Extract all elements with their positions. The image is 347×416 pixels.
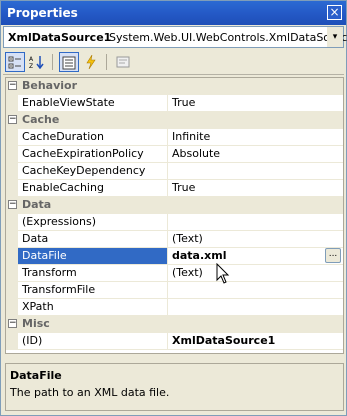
category-row-data[interactable]: − Data	[6, 197, 343, 214]
mouse-cursor-icon	[216, 263, 230, 284]
properties-button[interactable]	[59, 52, 79, 72]
category-row-cache[interactable]: − Cache	[6, 112, 343, 129]
property-name[interactable]: CacheDuration	[18, 129, 168, 145]
property-row[interactable]: CacheExpirationPolicy Absolute	[6, 146, 343, 163]
property-row[interactable]: Data (Text)	[6, 231, 343, 248]
property-value[interactable]: Absolute	[168, 146, 343, 162]
object-selector[interactable]: XmlDataSource1 System.Web.UI.WebControls…	[3, 26, 347, 48]
toolbar: A Z	[3, 50, 344, 75]
property-row[interactable]: XPath	[6, 299, 343, 316]
category-row-behavior[interactable]: − Behavior	[6, 78, 343, 95]
property-name[interactable]: EnableCaching	[18, 180, 168, 196]
property-row[interactable]: EnableCaching True	[6, 180, 343, 197]
property-name[interactable]: EnableViewState	[18, 95, 168, 111]
property-name[interactable]: (Expressions)	[18, 214, 168, 230]
property-row[interactable]: (Expressions)	[6, 214, 343, 231]
property-name[interactable]: CacheExpirationPolicy	[18, 146, 168, 162]
collapse-icon[interactable]: −	[8, 81, 17, 90]
collapse-icon[interactable]: −	[8, 115, 17, 124]
browse-ellipsis-button[interactable]: ...	[325, 248, 341, 263]
property-value[interactable]: (Text)	[168, 265, 343, 281]
help-description: The path to an XML data file.	[10, 386, 170, 399]
row-margin	[6, 248, 18, 264]
row-margin	[6, 231, 18, 247]
property-value[interactable]: Infinite	[168, 129, 343, 145]
row-margin	[6, 180, 18, 196]
property-value[interactable]: XmlDataSource1	[168, 333, 343, 349]
property-value[interactable]	[168, 282, 343, 298]
help-title: DataFile	[10, 369, 62, 382]
property-name[interactable]: DataFile	[18, 248, 168, 264]
property-row[interactable]: EnableViewState True	[6, 95, 343, 112]
close-icon: ×	[329, 5, 340, 19]
property-name[interactable]: Data	[18, 231, 168, 247]
category-row-misc[interactable]: − Misc	[6, 316, 343, 333]
categorized-icon	[8, 56, 21, 69]
property-pages-icon	[116, 56, 130, 68]
property-row[interactable]: DataFile data.xml...	[6, 248, 343, 265]
property-name[interactable]: (ID)	[18, 333, 168, 349]
row-margin	[6, 282, 18, 298]
svg-text:A: A	[29, 56, 34, 63]
property-value-input[interactable]: data.xml	[168, 248, 343, 264]
properties-window: Properties × XmlDataSource1 System.Web.U…	[0, 0, 347, 416]
property-name[interactable]: CacheKeyDependency	[18, 163, 168, 179]
categorized-button[interactable]	[5, 52, 25, 72]
property-pages-button[interactable]	[113, 52, 133, 72]
property-row[interactable]: (ID) XmlDataSource1	[6, 333, 343, 350]
alphabetical-icon: A Z	[29, 56, 44, 70]
close-button[interactable]: ×	[327, 5, 342, 20]
category-label: Behavior	[22, 79, 78, 92]
row-margin	[6, 95, 18, 111]
collapse-icon[interactable]: −	[8, 200, 17, 209]
row-margin	[6, 146, 18, 162]
object-name: XmlDataSource1	[8, 31, 112, 44]
help-pane: DataFile The path to an XML data file.	[5, 363, 344, 411]
row-margin	[6, 163, 18, 179]
property-name[interactable]: TransformFile	[18, 282, 168, 298]
property-value[interactable]: True	[168, 180, 343, 196]
row-margin	[6, 129, 18, 145]
row-margin	[6, 265, 18, 281]
property-grid[interactable]: − Behavior EnableViewState True − Cache CacheD…	[5, 77, 344, 354]
property-value[interactable]	[168, 163, 343, 179]
row-margin	[6, 214, 18, 230]
alphabetical-button[interactable]: A Z	[27, 52, 47, 72]
category-label: Misc	[22, 317, 50, 330]
property-row[interactable]: CacheKeyDependency	[6, 163, 343, 180]
svg-text:Z: Z	[29, 63, 33, 69]
property-value[interactable]: True	[168, 95, 343, 111]
properties-icon	[62, 56, 76, 70]
property-row[interactable]: CacheDuration Infinite	[6, 129, 343, 146]
property-name[interactable]: XPath	[18, 299, 168, 315]
events-button[interactable]	[81, 52, 101, 72]
events-icon	[86, 54, 96, 70]
property-value[interactable]	[168, 214, 343, 230]
category-label: Cache	[22, 113, 60, 126]
row-margin	[6, 333, 18, 349]
chevron-down-icon[interactable]: ▾	[327, 27, 343, 47]
object-type: System.Web.UI.WebControls.XmlDataSource	[109, 31, 347, 44]
property-row[interactable]: Transform (Text)	[6, 265, 343, 282]
category-label: Data	[22, 198, 52, 211]
window-title: Properties	[7, 6, 78, 20]
collapse-icon[interactable]: −	[8, 319, 17, 328]
property-value[interactable]: (Text)	[168, 231, 343, 247]
property-value[interactable]	[168, 299, 343, 315]
row-margin	[6, 299, 18, 315]
property-name[interactable]: Transform	[18, 265, 168, 281]
property-row[interactable]: TransformFile	[6, 282, 343, 299]
title-bar[interactable]: Properties ×	[1, 1, 346, 25]
